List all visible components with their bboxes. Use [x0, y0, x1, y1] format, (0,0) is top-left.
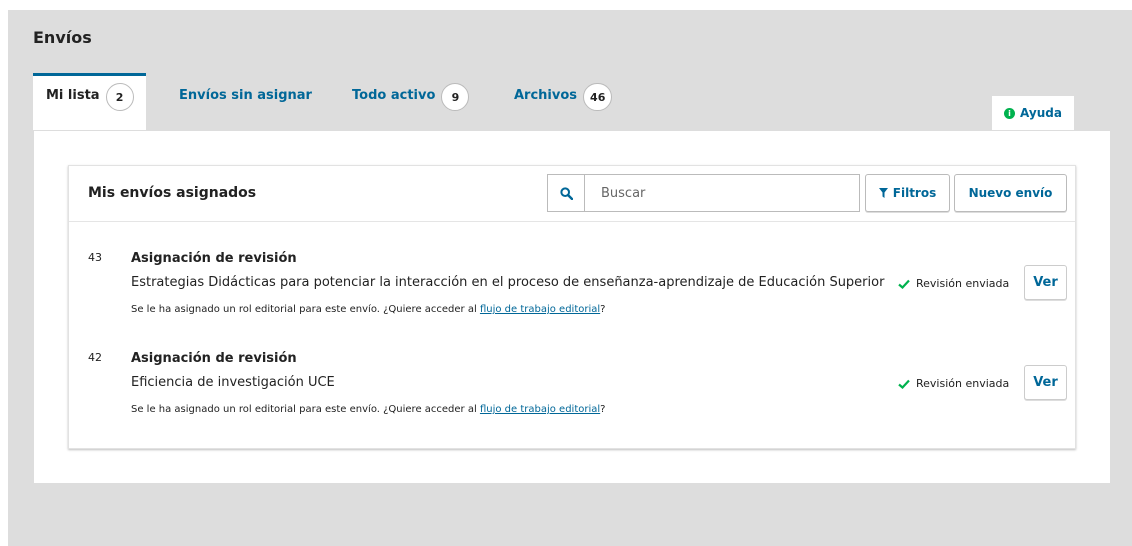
- count-badge: 9: [441, 83, 470, 111]
- help-button[interactable]: i Ayuda: [991, 95, 1075, 130]
- editorial-workflow-link[interactable]: flujo de trabajo editorial: [480, 304, 600, 315]
- submissions-list-panel: Mis envíos asignados Filtros Nuevo envío…: [68, 165, 1076, 449]
- status-badge: Revisión enviada: [898, 277, 1009, 290]
- filters-button[interactable]: Filtros: [865, 174, 950, 212]
- status-label: Revisión enviada: [916, 377, 1010, 390]
- submission-title: Estrategias Didácticas para potenciar la…: [131, 275, 885, 290]
- editorial-note: Se le ha asignado un rol editorial para …: [131, 304, 605, 315]
- submission-id: 42: [88, 351, 102, 364]
- check-icon: [898, 379, 910, 389]
- help-label: Ayuda: [1020, 106, 1062, 120]
- status-badge: Revisión enviada: [898, 377, 1009, 390]
- list-header: Mis envíos asignados Filtros Nuevo envío: [69, 166, 1075, 222]
- assignment-type: Asignación de revisión: [131, 351, 297, 366]
- tab-label: Mi lista: [46, 88, 100, 103]
- check-icon: [898, 279, 910, 289]
- tab-label: Archivos: [514, 88, 578, 103]
- info-icon: i: [1004, 107, 1016, 119]
- tab-unassigned[interactable]: Envíos sin asignar: [179, 73, 312, 130]
- new-submission-button[interactable]: Nuevo envío: [954, 174, 1067, 212]
- tab-archives[interactable]: Archivos 46: [514, 73, 613, 130]
- search-box: [547, 174, 860, 212]
- list-item: 43 Asignación de revisión Estrategias Di…: [69, 251, 1075, 351]
- status-label: Revisión enviada: [916, 277, 1010, 290]
- tab-label: Envíos sin asignar: [179, 88, 312, 103]
- tab-my-list[interactable]: Mi lista 2: [33, 73, 146, 130]
- view-button[interactable]: Ver: [1024, 265, 1067, 300]
- note-text: Se le ha asignado un rol editorial para …: [131, 404, 480, 415]
- list-item: 42 Asignación de revisión Eficiencia de …: [69, 351, 1075, 451]
- filters-label: Filtros: [892, 186, 937, 200]
- submission-title: Eficiencia de investigación UCE: [131, 375, 335, 390]
- list-title: Mis envíos asignados: [88, 185, 257, 201]
- assignment-type: Asignación de revisión: [131, 251, 297, 266]
- tab-label: Todo activo: [352, 88, 436, 103]
- view-button[interactable]: Ver: [1024, 365, 1067, 400]
- search-icon[interactable]: [548, 175, 585, 211]
- editorial-workflow-link[interactable]: flujo de trabajo editorial: [480, 404, 600, 415]
- submission-id: 43: [88, 251, 102, 264]
- note-text: Se le ha asignado un rol editorial para …: [131, 304, 480, 315]
- new-submission-label: Nuevo envío: [968, 186, 1053, 200]
- count-badge: 2: [105, 83, 134, 111]
- count-badge: 46: [583, 83, 613, 111]
- note-suffix: ?: [600, 404, 606, 415]
- search-input[interactable]: [585, 175, 859, 211]
- editorial-note: Se le ha asignado un rol editorial para …: [131, 404, 605, 415]
- page-title: Envíos: [33, 28, 92, 47]
- note-suffix: ?: [600, 304, 606, 315]
- filter-icon: [878, 188, 888, 198]
- tab-all-active[interactable]: Todo activo 9: [352, 73, 470, 130]
